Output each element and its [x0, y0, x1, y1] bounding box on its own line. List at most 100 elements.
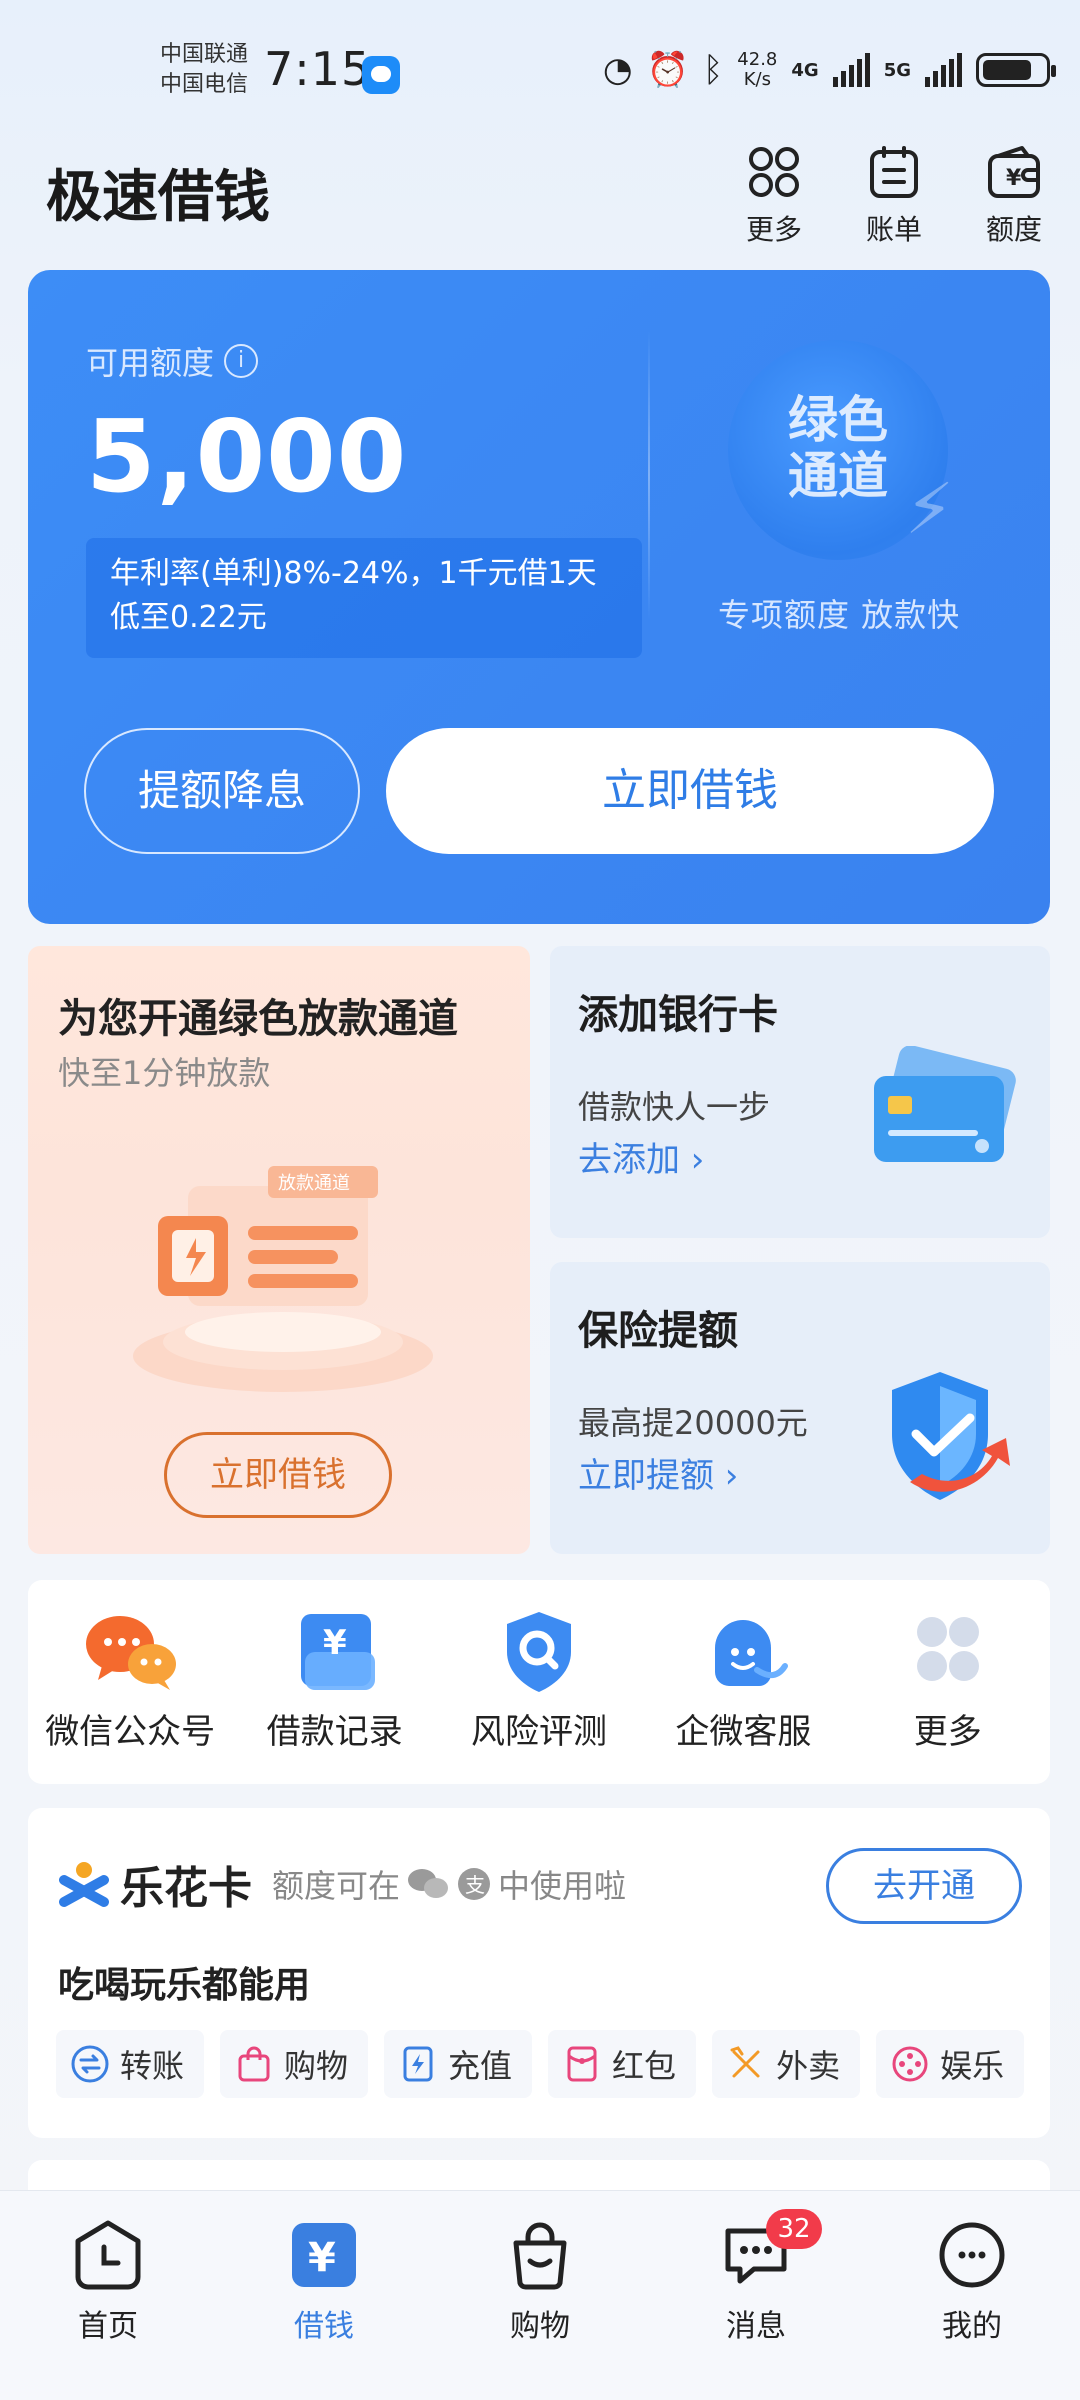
- chip-label: 转账: [120, 2047, 185, 2085]
- entertainment-icon: [892, 2046, 928, 2082]
- header-quota-label: 额度: [985, 213, 1042, 246]
- credit-amount: 5,000: [86, 398, 408, 515]
- green-channel-badge[interactable]: 绿色 通道 ⚡: [728, 340, 954, 560]
- info-icon[interactable]: i: [224, 344, 259, 378]
- green-channel-subtitle: 专项额度 放款快: [718, 596, 961, 634]
- shopping-bag-icon: [238, 2046, 270, 2082]
- quick-loan-record[interactable]: ¥ 借款记录: [235, 1608, 435, 1784]
- quick-risk-assessment[interactable]: 风险评测: [439, 1608, 639, 1784]
- quick-label: 企微客服: [675, 1712, 812, 1752]
- lehua-chips: 转账 购物 充值 红包 外卖 娱乐: [56, 2030, 1025, 2098]
- message-notification-icon: [362, 56, 400, 94]
- insurance-desc: 最高提20000元: [578, 1404, 808, 1442]
- transfer-icon: [71, 2045, 109, 2083]
- red-packet-icon: [567, 2046, 597, 2082]
- loan-record-icon: ¥: [300, 1614, 375, 1690]
- chip-entertainment[interactable]: 娱乐: [876, 2030, 1025, 2098]
- bluetooth-icon: ᛒ: [702, 50, 724, 90]
- header-actions: 更多 账单 ¥ 额度: [732, 142, 1056, 248]
- wechat-official-icon: [86, 1616, 177, 1690]
- promo-borrow-button[interactable]: 立即借钱: [164, 1432, 392, 1518]
- green-channel-promo-card[interactable]: 为您开通绿色放款通道 快至1分钟放款 放款通道 立即借钱: [28, 946, 530, 1554]
- header-quota-button[interactable]: ¥ 额度: [972, 142, 1056, 248]
- lehua-open-button[interactable]: 去开通: [826, 1848, 1022, 1924]
- lehua-brand: 乐花卡 额度可在 支 中使用啦: [58, 1852, 626, 1916]
- chip-label: 娱乐: [940, 2047, 1005, 2085]
- available-credit-label-row: 可用额度 i: [86, 338, 259, 384]
- net-speed: 42.8 K/s: [737, 50, 777, 90]
- net-speed-value: 42.8: [737, 49, 778, 70]
- raise-limit-button[interactable]: 提额降息: [84, 728, 360, 854]
- chip-shopping[interactable]: 购物: [220, 2030, 369, 2098]
- promo-subtitle: 快至1分钟放款: [58, 1054, 271, 1092]
- chip-label: 购物: [284, 2047, 349, 2085]
- wallet-icon: ¥: [988, 146, 1040, 198]
- promo-title: 为您开通绿色放款通道: [58, 996, 458, 1042]
- chip-takeout[interactable]: 外卖: [712, 2030, 861, 2098]
- network-type-1: 4G: [791, 59, 819, 81]
- chip-recharge[interactable]: 充值: [384, 2030, 533, 2098]
- quick-customer-service[interactable]: 企微客服: [643, 1608, 843, 1784]
- chip-label: 红包: [612, 2047, 677, 2085]
- chip-red-packet[interactable]: 红包: [548, 2030, 697, 2098]
- nav-label: 首页: [78, 2309, 138, 2344]
- nav-home[interactable]: 首页: [28, 2217, 188, 2400]
- insurance-raise-link[interactable]: 立即提额 ›: [578, 1448, 738, 1497]
- header-bill-button[interactable]: 账单: [852, 142, 936, 248]
- quick-wechat-official[interactable]: 微信公众号: [30, 1608, 230, 1784]
- bank-card-icon: [874, 1046, 1016, 1162]
- bank-card-desc: 借款快人一步: [578, 1088, 771, 1126]
- lehua-tip-suffix: 中使用啦: [498, 1867, 627, 1905]
- nav-label: 消息: [726, 2309, 786, 2344]
- available-credit-label: 可用额度: [86, 344, 215, 382]
- carrier-info: 中国联通 中国电信: [160, 40, 248, 100]
- net-speed-unit: K/s: [743, 69, 771, 90]
- nav-shopping[interactable]: 购物: [460, 2217, 620, 2400]
- svg-text:¥: ¥: [323, 1623, 347, 1663]
- svg-text:¥: ¥: [1006, 166, 1022, 191]
- signal-icon-1: [832, 53, 870, 87]
- page-title: 极速借钱: [46, 165, 270, 230]
- signal-icon-2: [925, 53, 962, 87]
- nav-profile[interactable]: 我的: [892, 2217, 1052, 2400]
- status-right: ◔ ⏰ ᛒ 42.8 K/s 4G 5G: [602, 48, 1056, 92]
- quick-label: 更多: [913, 1712, 982, 1752]
- lehua-name: 乐花卡: [120, 1863, 252, 1914]
- customer-service-icon: [715, 1620, 789, 1686]
- card-divider: [648, 330, 650, 620]
- quick-more[interactable]: 更多: [848, 1608, 1048, 1784]
- lightning-icon: ⚡: [904, 468, 954, 550]
- carrier-1: 中国联通: [160, 42, 249, 67]
- header-more-button[interactable]: 更多: [732, 142, 816, 248]
- nav-messages[interactable]: 32 消息: [676, 2209, 836, 2400]
- quick-actions: 微信公众号 ¥ 借款记录 风险评测 企微客服 更多: [28, 1580, 1050, 1784]
- bottom-nav: 首页 ¥ 借钱 购物 32 消息 我的: [0, 2190, 1080, 2400]
- takeout-icon: [730, 2046, 760, 2078]
- risk-assessment-icon: [506, 1612, 571, 1692]
- nav-label: 借钱: [294, 2309, 354, 2344]
- more-grid-icon: [916, 1617, 979, 1681]
- add-bank-card-promo[interactable]: 添加银行卡 借款快人一步 去添加 ›: [550, 946, 1050, 1238]
- chip-label: 充值: [448, 2047, 513, 2085]
- svg-text:¥: ¥: [308, 2235, 336, 2281]
- shield-icon: [892, 1372, 1010, 1500]
- status-time: 7:15: [264, 42, 372, 96]
- clock-home-icon: [75, 2220, 141, 2290]
- shopping-bag-icon: [513, 2222, 567, 2290]
- wechat-icon: [408, 1869, 449, 1898]
- alarm-icon: ⏰: [646, 50, 689, 90]
- nav-borrow[interactable]: ¥ 借钱: [244, 2217, 404, 2400]
- insurance-raise-promo[interactable]: 保险提额 最高提20000元 立即提额 ›: [550, 1262, 1050, 1554]
- status-bar: 中国联通 中国电信 7:15 ◔ ⏰ ᛒ 42.8 K/s 4G 5G: [0, 0, 1080, 140]
- lehua-logo-icon: [59, 1862, 109, 1907]
- speedometer-icon: ◔: [602, 50, 633, 90]
- chip-label: 外卖: [776, 2047, 841, 2085]
- message-count-badge: 32: [766, 2209, 822, 2249]
- interest-rate-note: 年利率(单利)8%-24%，1千元借1天低至0.22元: [86, 538, 642, 658]
- recharge-icon: [403, 2046, 433, 2082]
- chip-transfer[interactable]: 转账: [56, 2030, 205, 2098]
- bank-card-title: 添加银行卡: [578, 992, 778, 1038]
- svg-text:支: 支: [465, 1873, 485, 1897]
- borrow-now-button[interactable]: 立即借钱: [386, 728, 994, 854]
- add-bank-card-link[interactable]: 去添加 ›: [578, 1132, 704, 1181]
